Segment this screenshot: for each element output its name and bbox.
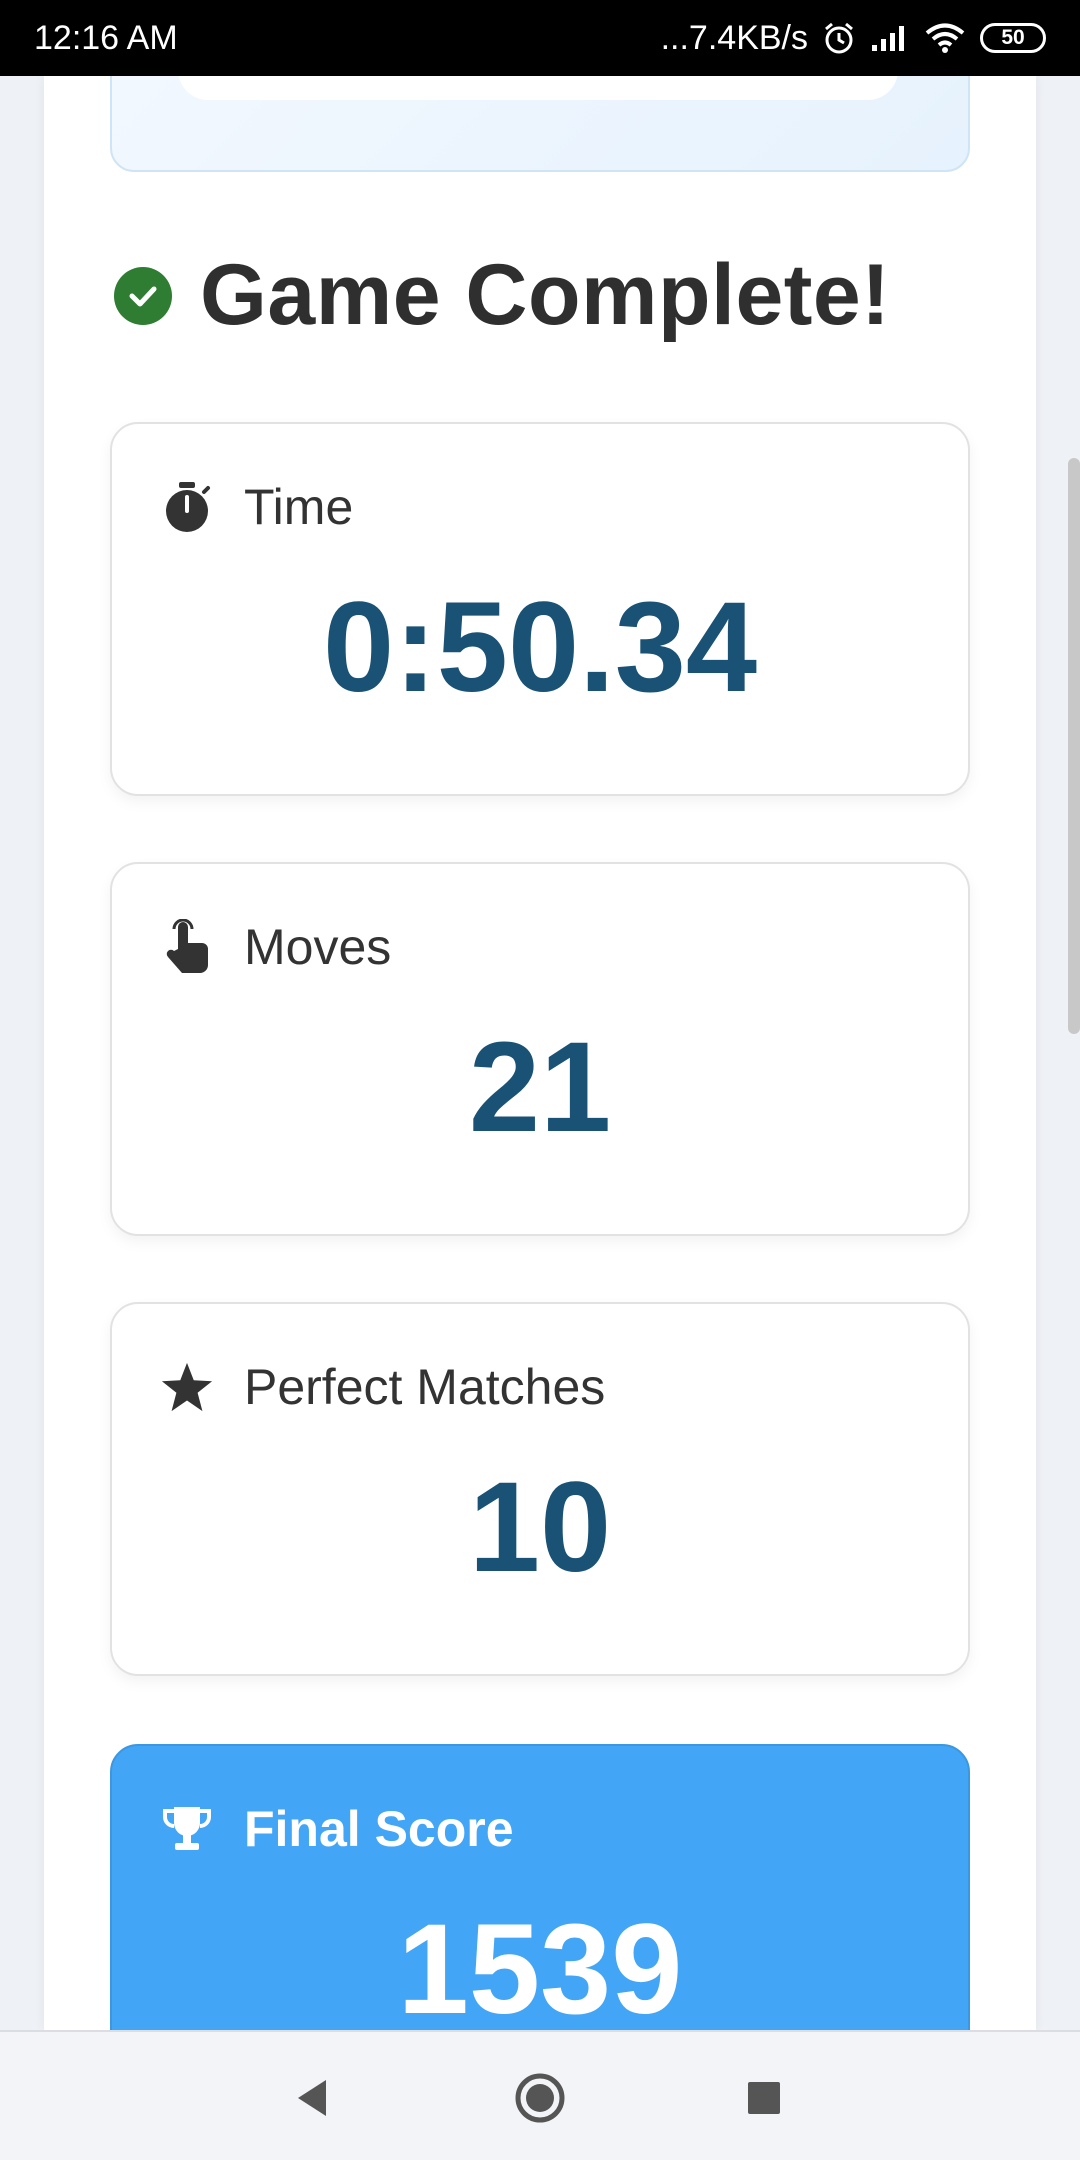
- perfect-matches-card: Perfect Matches 10: [110, 1302, 970, 1676]
- status-icons: ...7.4KB/s 50: [661, 19, 1046, 58]
- results-page: Game Complete! Time 0:50.34 Moves 21 Per…: [44, 76, 1036, 2030]
- home-icon[interactable]: [512, 2070, 568, 2126]
- final-score-label-row: Final Score: [160, 1800, 514, 1858]
- moves-value: 21: [468, 1016, 612, 1159]
- perfect-matches-label: Perfect Matches: [244, 1359, 606, 1415]
- battery-icon: 50: [980, 23, 1046, 53]
- perfect-matches-value: 10: [468, 1456, 612, 1599]
- page-heading: Game Complete!: [114, 246, 890, 345]
- moves-label: Moves: [244, 919, 392, 975]
- moves-label-row: Moves: [160, 918, 391, 976]
- pointer-hand-icon: [160, 919, 214, 974]
- check-circle-icon: [114, 266, 172, 325]
- top-panel-inner: [178, 76, 898, 100]
- moves-card: Moves 21: [110, 862, 970, 1236]
- perfect-matches-label-row: Perfect Matches: [160, 1358, 605, 1416]
- stopwatch-icon: [160, 480, 214, 534]
- status-time: 12:16 AM: [34, 18, 178, 57]
- status-bar: 12:16 AM ...7.4KB/s 50: [0, 0, 1080, 76]
- time-value: 0:50.34: [322, 576, 758, 719]
- signal-icon: [870, 23, 910, 53]
- time-card: Time 0:50.34: [110, 422, 970, 796]
- time-label: Time: [244, 479, 354, 535]
- recents-icon[interactable]: [736, 2070, 792, 2126]
- page-title: Game Complete!: [200, 247, 891, 343]
- top-panel: [110, 76, 970, 172]
- star-icon: [160, 1360, 214, 1414]
- back-icon[interactable]: [284, 2070, 340, 2126]
- wifi-icon: [924, 22, 966, 54]
- trophy-icon: [160, 1802, 214, 1856]
- system-nav-bar: [0, 2030, 1080, 2160]
- time-label-row: Time: [160, 478, 353, 536]
- final-score-card: Final Score 1539: [110, 1744, 970, 2030]
- final-score-label: Final Score: [244, 1801, 514, 1857]
- final-score-value: 1539: [397, 1898, 683, 2030]
- alarm-icon: [822, 21, 856, 55]
- scrollbar[interactable]: [1068, 458, 1080, 1034]
- network-speed: ...7.4KB/s: [660, 18, 808, 57]
